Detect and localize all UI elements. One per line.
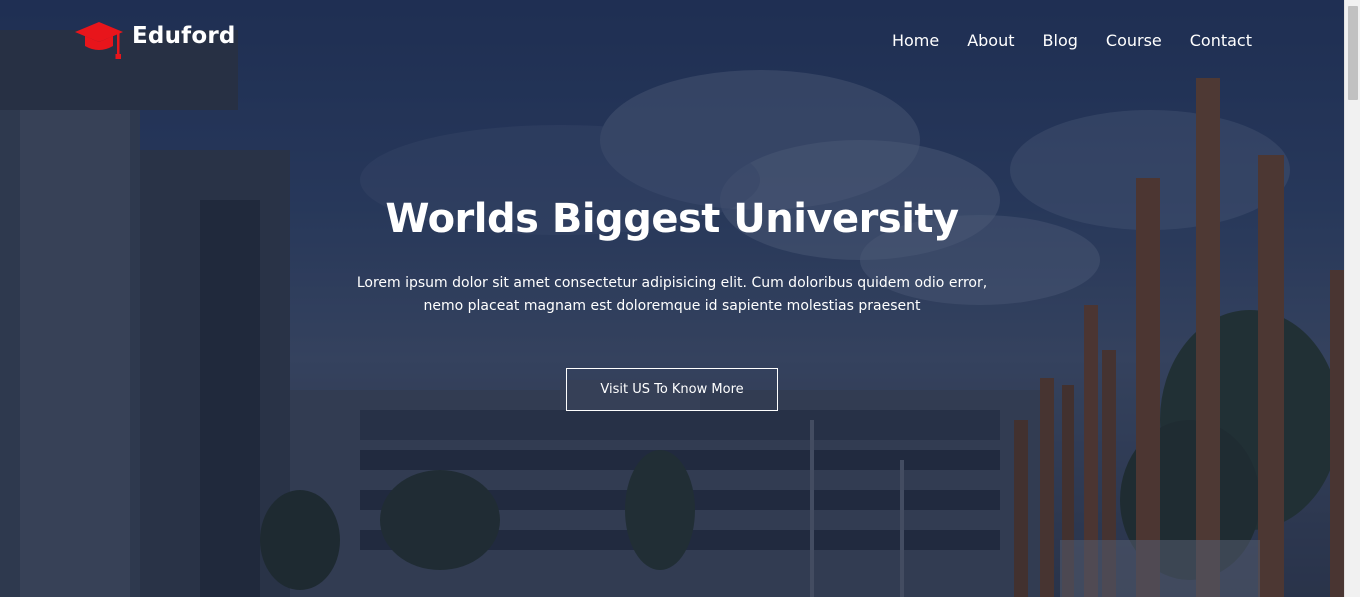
nav-menu: Home About Blog Course Contact — [864, 31, 1252, 50]
nav-about-link[interactable]: About — [967, 31, 1014, 50]
vertical-scrollbar[interactable] — [1344, 0, 1360, 597]
hero-description: Lorem ipsum dolor sit amet consectetur a… — [356, 275, 988, 314]
nav-course-link[interactable]: Course — [1106, 31, 1162, 50]
nav-blog-link[interactable]: Blog — [1043, 31, 1078, 50]
scrollbar-thumb[interactable] — [1348, 6, 1358, 100]
nav-home-link[interactable]: Home — [892, 31, 939, 50]
hero-title: Worlds Biggest University — [385, 196, 959, 242]
nav-contact-link[interactable]: Contact — [1190, 31, 1252, 50]
graduation-cap-icon — [75, 22, 123, 59]
navbar: Eduford Home About Blog Course Contact — [0, 0, 1344, 80]
visit-us-button[interactable]: Visit US To Know More — [566, 368, 778, 411]
brand-name: Eduford — [132, 23, 236, 49]
hero-content: Worlds Biggest University Lorem ipsum do… — [0, 196, 1344, 411]
brand-logo-link[interactable]: Eduford — [74, 18, 236, 62]
page: Eduford Home About Blog Course Contact W… — [0, 0, 1360, 597]
